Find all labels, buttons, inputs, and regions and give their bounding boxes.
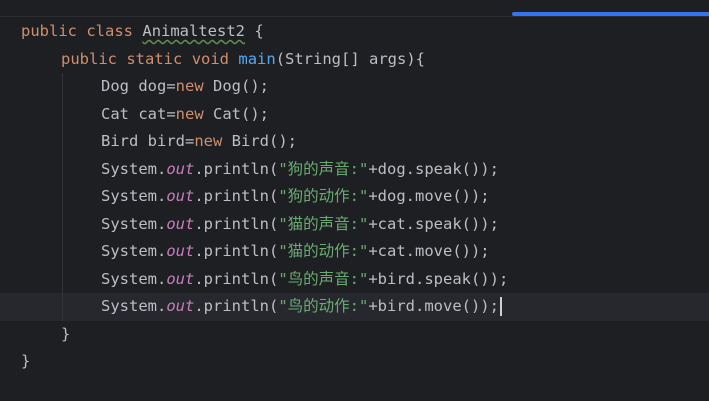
- println-call: .println(: [194, 297, 279, 315]
- string-literal: "鸟的声音:": [278, 269, 369, 288]
- keyword-void: void: [191, 49, 230, 68]
- string-literal: "鸟的动作:": [278, 297, 369, 315]
- keyword-new: new: [175, 104, 204, 123]
- active-tab-indicator[interactable]: [512, 12, 709, 16]
- method-params: (String[] args){: [275, 49, 425, 68]
- code-line-println-current[interactable]: System.out.println("鸟的动作:"+bird.move());: [0, 293, 709, 321]
- keyword-static: static: [126, 49, 183, 68]
- println-args: +bird.speak());: [368, 269, 509, 288]
- class-name: Animaltest2: [142, 22, 246, 40]
- system-ref: System.: [101, 297, 167, 315]
- indent: [21, 210, 63, 238]
- system-ref: System.: [101, 187, 167, 205]
- println-call: .println(: [194, 214, 279, 233]
- keyword-new: new: [175, 77, 204, 95]
- close-brace: }: [21, 352, 31, 370]
- code-line-println[interactable]: System.out.println("猫的动作:"+cat.move());: [0, 238, 709, 266]
- string-literal: "猫的声音:": [278, 214, 369, 233]
- println-call: .println(: [194, 269, 279, 288]
- println-args: +bird.move());: [368, 297, 499, 315]
- code-line-class-close[interactable]: }: [0, 348, 709, 376]
- code-editor[interactable]: public class Animaltest2 { public static…: [0, 0, 709, 401]
- system-ref: System.: [101, 214, 167, 233]
- indent: [21, 265, 63, 293]
- close-brace: }: [61, 324, 71, 343]
- indent: [21, 183, 63, 211]
- cat-constructor: Cat();: [203, 104, 269, 123]
- static-field-out: out: [166, 242, 195, 260]
- code-line-println[interactable]: System.out.println("狗的声音:"+dog.speak());: [0, 155, 709, 184]
- indent: [21, 293, 63, 321]
- code-line-bird-declaration[interactable]: Bird bird=new Bird();: [0, 128, 709, 156]
- keyword-public: public: [61, 49, 117, 68]
- indent: [21, 100, 63, 128]
- static-field-out: out: [166, 214, 195, 233]
- code-line-println[interactable]: System.out.println("鸟的声音:"+bird.speak())…: [0, 265, 709, 294]
- code-line-class-declaration[interactable]: public class Animaltest2 {: [0, 18, 709, 46]
- keyword-public: public: [21, 22, 77, 40]
- code-line-println[interactable]: System.out.println("狗的动作:"+dog.move());: [0, 183, 709, 211]
- println-call: .println(: [194, 187, 279, 205]
- indent: [21, 238, 63, 266]
- system-ref: System.: [101, 159, 167, 178]
- code-line-dog-declaration[interactable]: Dog dog=new Dog();: [0, 73, 709, 101]
- println-call: .println(: [194, 242, 279, 260]
- code-area[interactable]: public class Animaltest2 { public static…: [0, 18, 709, 376]
- string-literal: "猫的动作:": [278, 242, 369, 260]
- indent: [21, 128, 63, 156]
- keyword-class: class: [86, 22, 134, 40]
- println-args: +cat.speak());: [368, 214, 499, 233]
- println-args: +cat.move());: [368, 242, 490, 260]
- code-line-println[interactable]: System.out.println("猫的声音:"+cat.speak());: [0, 210, 709, 239]
- keyword-new: new: [194, 132, 223, 150]
- println-args: +dog.speak());: [368, 159, 499, 178]
- bird-type: Bird bird=: [101, 132, 195, 150]
- code-line-main-declaration[interactable]: public static void main(String[] args){: [0, 46, 709, 74]
- cat-type: Cat cat=: [101, 104, 176, 123]
- code-line-cat-declaration[interactable]: Cat cat=new Cat();: [0, 100, 709, 129]
- static-field-out: out: [166, 269, 195, 288]
- dog-constructor: Dog();: [203, 77, 269, 95]
- bird-constructor: Bird();: [222, 132, 297, 150]
- static-field-out: out: [166, 297, 195, 315]
- open-brace: {: [245, 22, 264, 40]
- text-caret: [499, 297, 502, 316]
- system-ref: System.: [101, 269, 167, 288]
- static-field-out: out: [166, 187, 195, 205]
- method-name: main: [238, 49, 276, 68]
- indent: [21, 73, 63, 101]
- code-line-main-close[interactable]: }: [0, 321, 709, 349]
- string-literal: "狗的声音:": [278, 159, 369, 178]
- indent: [21, 155, 63, 183]
- dog-type: Dog dog=: [101, 77, 176, 95]
- println-args: +dog.move());: [368, 187, 490, 205]
- println-call: .println(: [194, 159, 279, 178]
- system-ref: System.: [101, 242, 167, 260]
- static-field-out: out: [166, 159, 195, 178]
- string-literal: "狗的动作:": [278, 187, 369, 205]
